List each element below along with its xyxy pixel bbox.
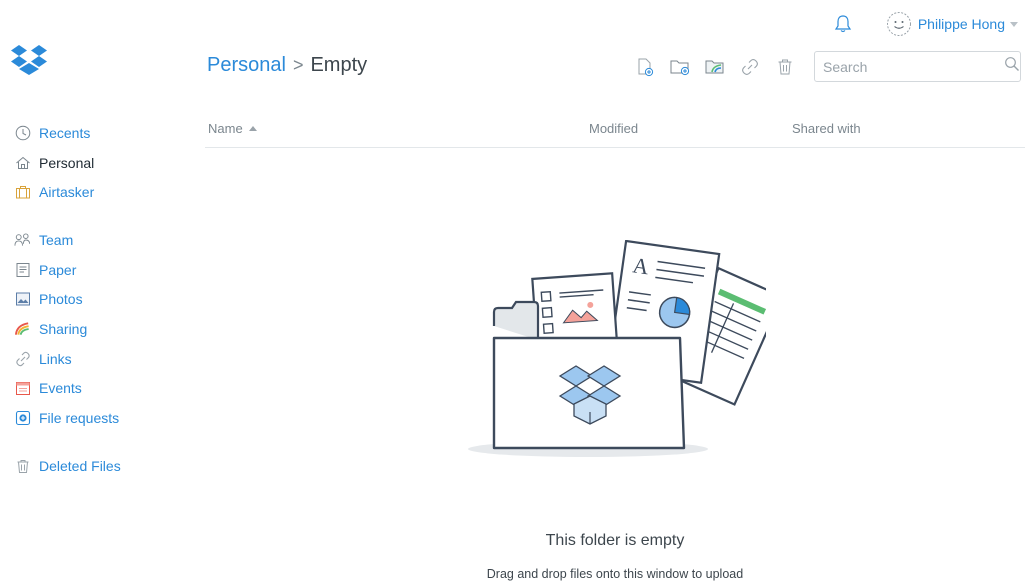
sidebar-item-events[interactable]: Events <box>14 374 184 404</box>
dropbox-logo-icon[interactable] <box>10 44 48 78</box>
chevron-down-icon[interactable] <box>1010 21 1018 27</box>
sidebar-item-personal[interactable]: Personal <box>14 148 184 178</box>
link-icon <box>14 350 31 367</box>
sidebar-group-main: Recents Personal Airtasker <box>14 118 184 207</box>
column-header-name[interactable]: Name <box>208 121 257 136</box>
sidebar-item-label: Team <box>39 231 74 248</box>
clock-icon <box>14 124 31 141</box>
sidebar-item-links[interactable]: Links <box>14 344 184 374</box>
new-folder-icon[interactable] <box>669 56 691 78</box>
breadcrumb-current: Empty <box>310 54 368 76</box>
avatar[interactable] <box>886 11 912 37</box>
calendar-icon <box>14 380 31 397</box>
sharing-icon <box>14 320 31 337</box>
sidebar-item-paper[interactable]: Paper <box>14 255 184 285</box>
user-name[interactable]: Philippe Hong <box>918 16 1005 32</box>
column-header-modified[interactable]: Modified <box>589 121 638 136</box>
sidebar: Recents Personal Airtasker Team Paper Ph… <box>14 118 184 499</box>
photos-icon <box>14 291 31 308</box>
sidebar-item-photos[interactable]: Photos <box>14 284 184 314</box>
search-input[interactable] <box>823 58 1004 75</box>
column-header-shared-with[interactable]: Shared with <box>792 121 861 136</box>
sidebar-item-label: Recents <box>39 124 91 141</box>
empty-folder-illustration: A <box>466 239 784 462</box>
sidebar-item-sharing[interactable]: Sharing <box>14 314 184 344</box>
new-shared-folder-icon[interactable] <box>704 56 726 78</box>
column-header-label: Name <box>208 121 243 136</box>
bell-icon[interactable] <box>832 13 854 35</box>
search-icon[interactable] <box>1004 56 1020 77</box>
file-table-header: Name Modified Shared with <box>205 118 1025 148</box>
trash-icon <box>14 457 31 474</box>
sidebar-item-label: Deleted Files <box>39 457 121 474</box>
breadcrumb-separator: > <box>292 55 304 75</box>
file-request-icon <box>14 410 31 427</box>
sort-ascending-icon <box>248 126 257 131</box>
sidebar-item-label: Personal <box>39 154 95 171</box>
share-link-icon[interactable] <box>739 56 761 78</box>
sidebar-item-label: Sharing <box>39 320 88 337</box>
sidebar-item-recents[interactable]: Recents <box>14 118 184 148</box>
home-icon <box>14 154 31 171</box>
upload-file-icon[interactable] <box>634 56 656 78</box>
sidebar-item-team[interactable]: Team <box>14 225 184 255</box>
sidebar-item-airtasker[interactable]: Airtasker <box>14 177 184 207</box>
sidebar-group-trash: Deleted Files <box>14 451 184 481</box>
sidebar-item-file-requests[interactable]: File requests <box>14 403 184 433</box>
sidebar-item-label: Photos <box>39 291 83 308</box>
empty-state-subtitle: Drag and drop files onto this window to … <box>486 567 744 581</box>
sidebar-item-label: Paper <box>39 261 77 278</box>
paper-icon <box>14 261 31 278</box>
sidebar-item-label: Airtasker <box>39 184 95 201</box>
team-icon <box>14 231 31 248</box>
sidebar-group-tools: Team Paper Photos Sharing Links Events F… <box>14 225 184 433</box>
empty-state-title: This folder is empty <box>545 532 685 549</box>
sidebar-item-label: Events <box>39 380 82 397</box>
briefcase-icon <box>14 184 31 201</box>
sidebar-item-label: File requests <box>39 410 120 427</box>
search-box[interactable] <box>814 51 1021 82</box>
sidebar-item-label: Links <box>39 350 72 367</box>
breadcrumb-parent[interactable]: Personal <box>207 54 286 77</box>
sidebar-item-deleted-files[interactable]: Deleted Files <box>14 451 184 481</box>
file-toolbar <box>634 56 809 78</box>
user-menu[interactable]: Philippe Hong <box>886 11 1018 37</box>
delete-icon[interactable] <box>774 56 796 78</box>
breadcrumb: Personal > Empty <box>207 54 367 77</box>
top-bar: Philippe Hong <box>832 6 1018 42</box>
